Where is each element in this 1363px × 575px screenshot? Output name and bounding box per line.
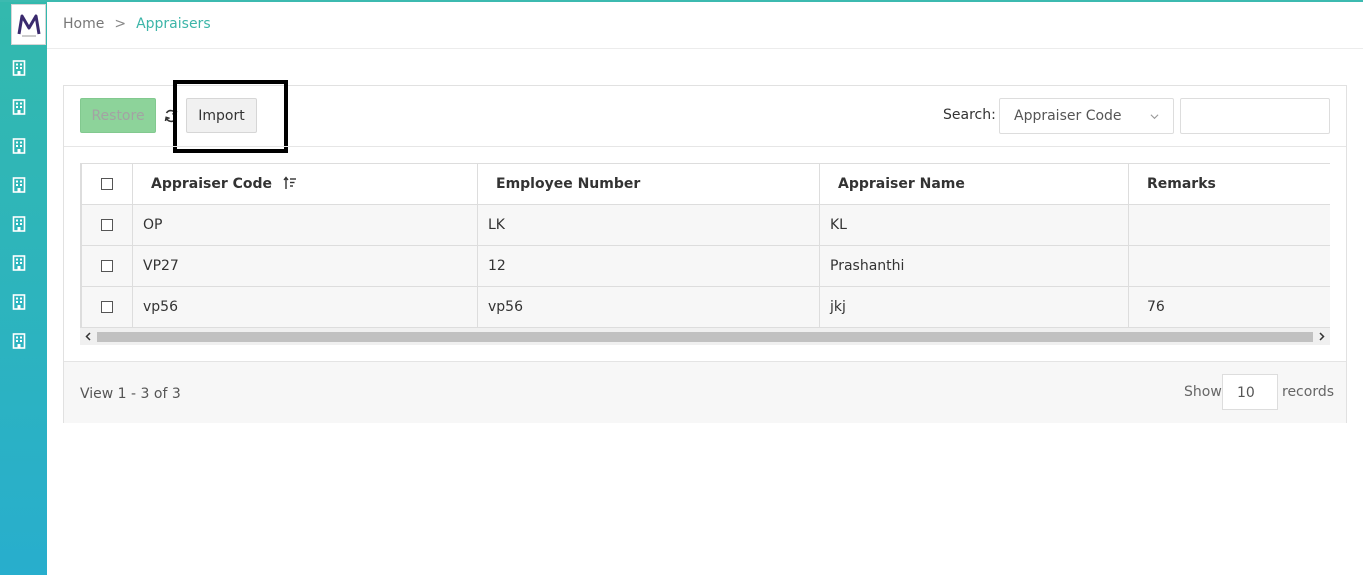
building-icon[interactable] <box>12 138 26 154</box>
cell-appraiser-name: Prashanthi <box>819 245 1129 287</box>
chevron-down-icon <box>1150 114 1159 120</box>
cell-remarks <box>1128 204 1330 246</box>
scroll-right-icon[interactable] <box>1316 331 1327 342</box>
table-row[interactable]: VP27 12 Prashanthi <box>81 245 1330 287</box>
app-logo[interactable] <box>11 4 46 45</box>
column-header-remarks[interactable]: Remarks <box>1128 163 1330 205</box>
table-row[interactable]: vp56 vp56 jkj 76 <box>81 286 1330 328</box>
table-row[interactable]: OP LK KL <box>81 204 1330 246</box>
breadcrumb-current: Appraisers <box>136 16 211 32</box>
building-icon[interactable] <box>12 255 26 271</box>
cell-employee-number: 12 <box>477 245 820 287</box>
cell-appraiser-code: OP <box>132 204 478 246</box>
appraisers-table-container: Appraiser Code Employee Number Appraiser… <box>80 163 1330 328</box>
row-select-cell <box>81 204 133 246</box>
scroll-left-icon[interactable] <box>83 331 94 342</box>
building-icon[interactable] <box>12 60 26 76</box>
show-label: Show <box>1184 384 1222 400</box>
search-field-value: Appraiser Code <box>1014 108 1122 124</box>
refresh-icon[interactable] <box>163 108 179 124</box>
column-header-label: Appraiser Code <box>151 176 273 192</box>
toolbar-divider <box>64 146 1346 147</box>
sort-ascending-icon[interactable] <box>283 176 297 190</box>
row-checkbox[interactable] <box>101 301 113 313</box>
page-size-input[interactable]: 10 <box>1222 374 1278 410</box>
cell-employee-number: LK <box>477 204 820 246</box>
cell-employee-number: vp56 <box>477 286 820 328</box>
row-select-cell <box>81 286 133 328</box>
import-button[interactable]: Import <box>186 98 257 133</box>
horizontal-scrollbar[interactable] <box>80 328 1330 345</box>
records-label: records <box>1282 384 1335 400</box>
sidebar <box>0 2 47 575</box>
cell-remarks: 76 <box>1128 286 1330 328</box>
cell-appraiser-code: vp56 <box>132 286 478 328</box>
pagination-info: View 1 - 3 of 3 <box>80 386 181 402</box>
breadcrumb-home[interactable]: Home <box>63 16 104 32</box>
cell-remarks <box>1128 245 1330 287</box>
cell-appraiser-name: KL <box>819 204 1129 246</box>
row-checkbox[interactable] <box>101 219 113 231</box>
building-icon[interactable] <box>12 216 26 232</box>
breadcrumb: Home > Appraisers <box>63 16 211 32</box>
building-icon[interactable] <box>12 99 26 115</box>
column-header-employee-number[interactable]: Employee Number <box>477 163 820 205</box>
scrollbar-thumb[interactable] <box>97 332 1313 342</box>
column-header-appraiser-code[interactable]: Appraiser Code <box>132 163 478 205</box>
column-header-appraiser-name[interactable]: Appraiser Name <box>819 163 1129 205</box>
cell-appraiser-name: jkj <box>819 286 1129 328</box>
breadcrumb-separator: > <box>114 16 127 32</box>
row-checkbox[interactable] <box>101 260 113 272</box>
select-all-cell <box>81 163 133 205</box>
cell-appraiser-code: VP27 <box>132 245 478 287</box>
table-header-row: Appraiser Code Employee Number Appraiser… <box>81 163 1330 205</box>
table-footer: View 1 - 3 of 3 Show 10 records <box>64 361 1346 423</box>
appraisers-panel: Restore Import Search: Appraiser Code Ap… <box>63 80 1347 423</box>
top-header: Home > Appraisers <box>47 2 1363 49</box>
search-label: Search: <box>943 107 996 123</box>
restore-button[interactable]: Restore <box>80 98 156 133</box>
building-icon[interactable] <box>12 294 26 310</box>
building-icon[interactable] <box>12 333 26 349</box>
select-all-checkbox[interactable] <box>101 178 113 190</box>
appraisers-table: Appraiser Code Employee Number Appraiser… <box>81 163 1330 328</box>
search-field-select[interactable]: Appraiser Code <box>999 98 1174 134</box>
search-input[interactable] <box>1180 98 1330 134</box>
building-icon[interactable] <box>12 177 26 193</box>
row-select-cell <box>81 245 133 287</box>
